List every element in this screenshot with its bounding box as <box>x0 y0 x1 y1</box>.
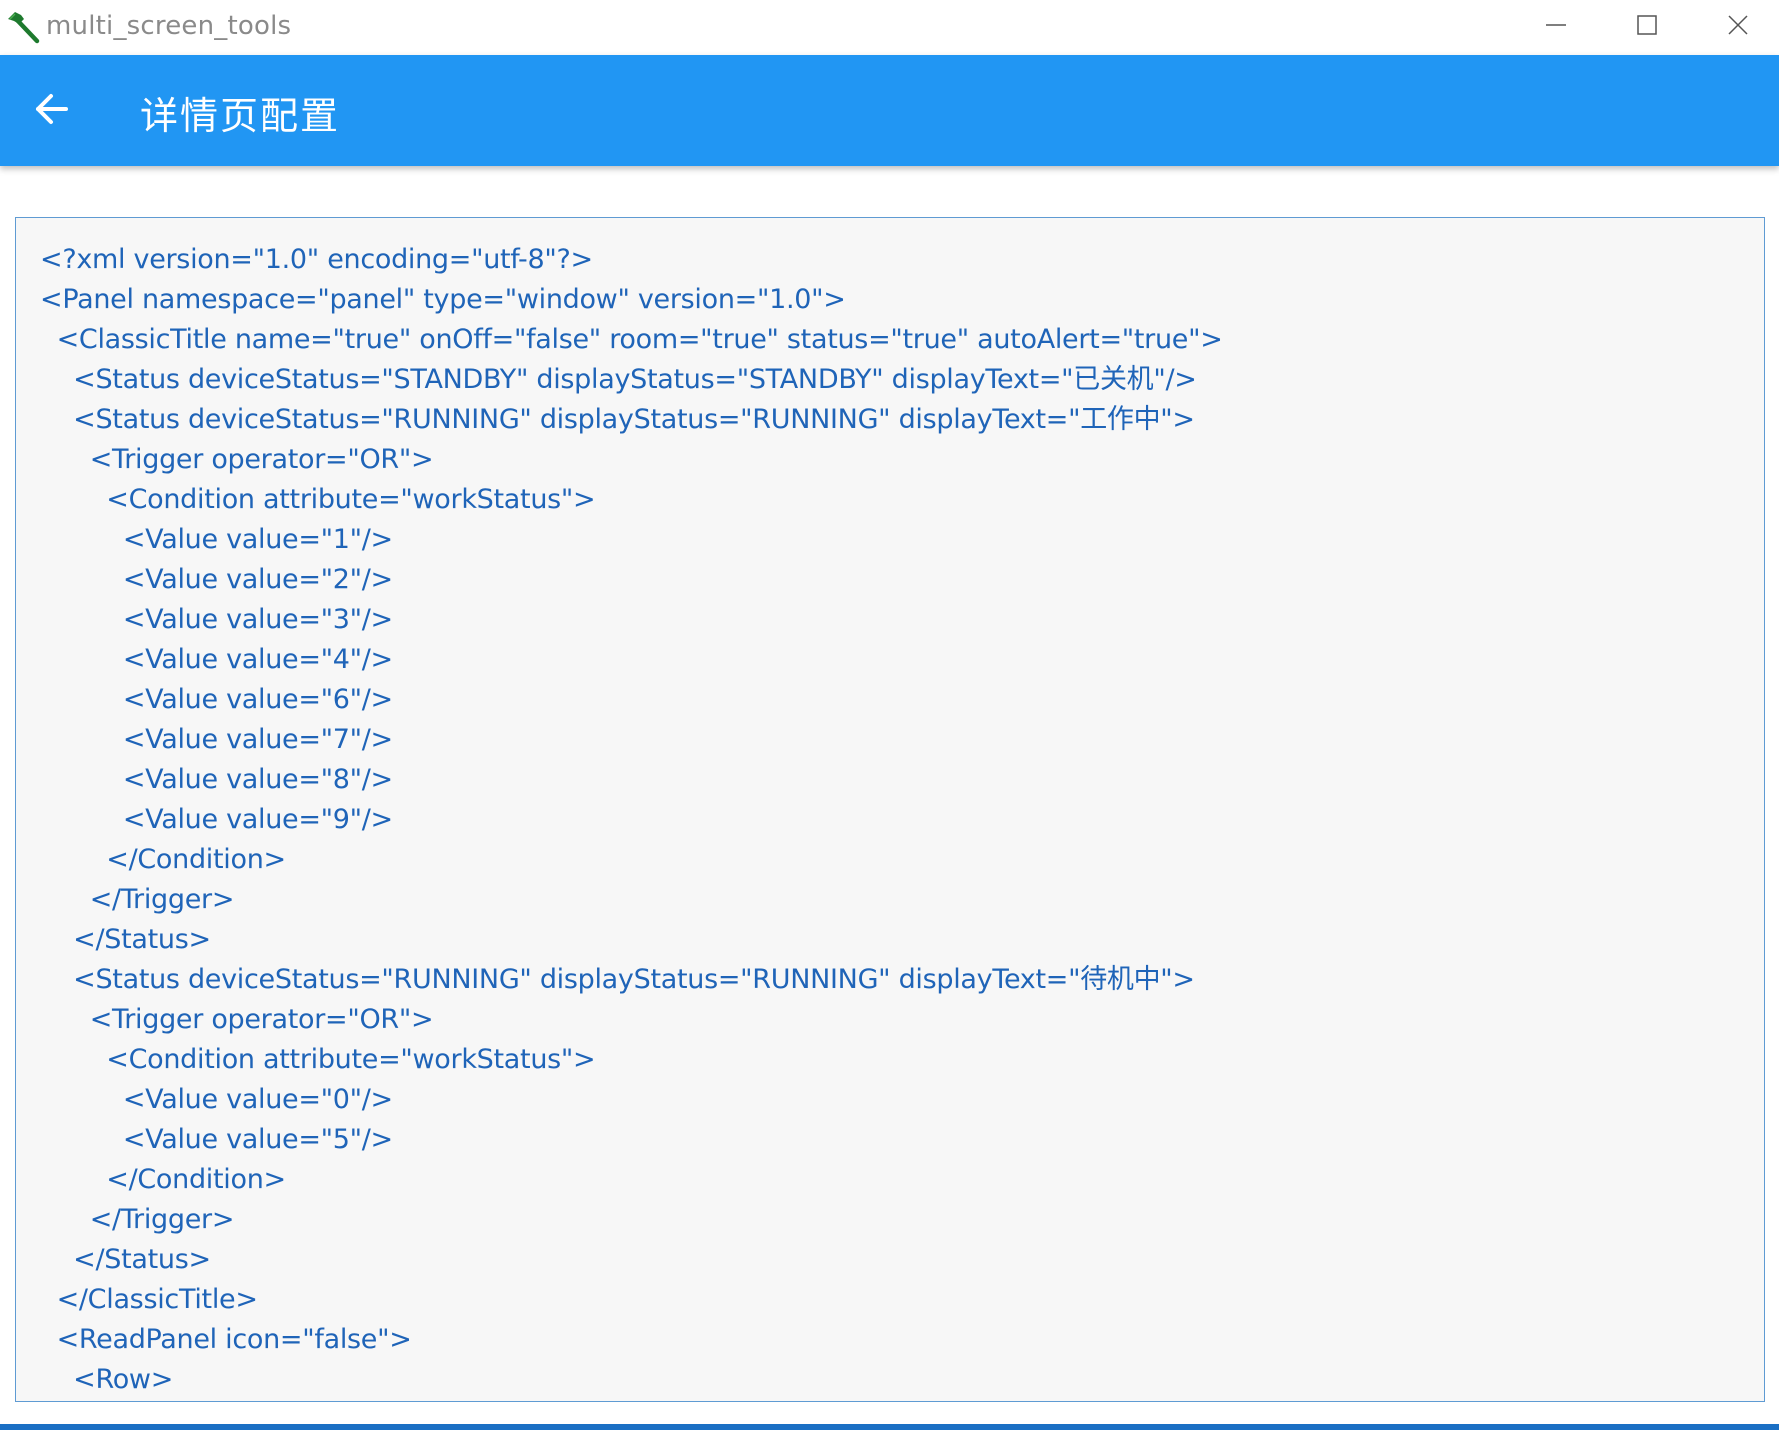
code-line: <ReadPanel icon="false"> <box>40 1324 412 1355</box>
hammer-icon <box>6 10 42 44</box>
main-content: <?xml version="1.0" encoding="utf-8"?> <P… <box>0 166 1779 1430</box>
maximize-button[interactable] <box>1601 0 1693 55</box>
code-line: <Value value="9"/> <box>40 804 393 835</box>
app-window: multi_screen_tools 详情页配置 <?xml version="… <box>0 0 1779 1430</box>
code-line: </Status> <box>40 1244 211 1275</box>
code-line: <Status deviceStatus="RUNNING" displaySt… <box>40 404 1195 435</box>
code-line: <ClassicTitle name="true" onOff="false" … <box>40 324 1223 355</box>
code-line: <?xml version="1.0" encoding="utf-8"?> <box>40 244 593 275</box>
code-line: <Value value="2"/> <box>40 564 393 595</box>
code-line: </ClassicTitle> <box>40 1284 258 1315</box>
code-line: </Condition> <box>40 844 286 875</box>
code-line: <Panel namespace="panel" type="window" v… <box>40 284 846 315</box>
code-line: </Trigger> <box>40 884 235 915</box>
code-line: <Row> <box>40 1364 174 1395</box>
code-line: <Value value="1"/> <box>40 524 393 555</box>
maximize-icon <box>1636 14 1658 41</box>
code-line: <Condition attribute="workStatus"> <box>40 484 596 515</box>
window-titlebar[interactable]: multi_screen_tools <box>0 0 1779 55</box>
code-line: <Value value="8"/> <box>40 764 393 795</box>
xml-code-text[interactable]: <?xml version="1.0" encoding="utf-8"?> <P… <box>40 240 1223 1400</box>
back-button[interactable] <box>24 83 80 139</box>
minimize-icon <box>1545 14 1567 41</box>
bottom-edge-bar <box>0 1424 1779 1430</box>
code-line: <Value value="6"/> <box>40 684 393 715</box>
code-line: <Value value="0"/> <box>40 1084 393 1115</box>
code-line: <Value value="4"/> <box>40 644 393 675</box>
code-line: <Value value="3"/> <box>40 604 393 635</box>
code-line: </Trigger> <box>40 1204 235 1235</box>
code-line: <Value value="7"/> <box>40 724 393 755</box>
xml-editor[interactable]: <?xml version="1.0" encoding="utf-8"?> <P… <box>15 217 1765 1402</box>
minimize-button[interactable] <box>1510 0 1602 55</box>
code-line: <Status deviceStatus="RUNNING" displaySt… <box>40 964 1195 995</box>
code-line: <Status deviceStatus="STANDBY" displaySt… <box>40 364 1197 395</box>
code-line: <Trigger operator="OR"> <box>40 444 434 475</box>
window-title: multi_screen_tools <box>46 11 292 41</box>
code-line: <Condition attribute="workStatus"> <box>40 1044 596 1075</box>
app-bar: 详情页配置 <box>0 55 1779 166</box>
close-button[interactable] <box>1692 0 1779 55</box>
code-line: <Trigger operator="OR"> <box>40 1004 434 1035</box>
code-line: </Condition> <box>40 1164 286 1195</box>
arrow-left-icon <box>34 91 70 132</box>
close-icon <box>1727 14 1749 41</box>
page-title: 详情页配置 <box>140 94 341 138</box>
code-line: <Value value="5"/> <box>40 1124 393 1155</box>
code-line: </Status> <box>40 924 211 955</box>
